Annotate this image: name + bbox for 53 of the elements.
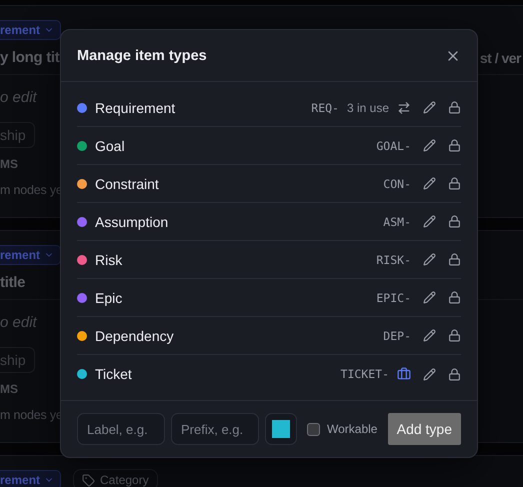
type-label: Ticket bbox=[95, 366, 133, 382]
edit-icon[interactable] bbox=[423, 329, 436, 342]
category-button[interactable]: Category bbox=[73, 469, 158, 487]
tag-icon bbox=[82, 474, 96, 486]
lock-icon[interactable] bbox=[448, 368, 461, 380]
type-prefix: ASM- bbox=[383, 214, 411, 228]
type-prefix: DEP- bbox=[383, 328, 411, 342]
lock-icon[interactable] bbox=[448, 291, 461, 304]
type-prefix: GOAL- bbox=[376, 138, 411, 152]
item-title: st / ver bbox=[480, 50, 521, 66]
section-heading: MS bbox=[0, 382, 19, 396]
briefcase-icon[interactable] bbox=[397, 367, 411, 381]
type-label: Epic bbox=[95, 290, 124, 306]
type-label: Risk bbox=[95, 252, 124, 268]
type-label: Constraint bbox=[95, 176, 160, 192]
edit-icon[interactable] bbox=[423, 101, 436, 114]
edit-icon[interactable] bbox=[423, 177, 436, 190]
description-field[interactable]: o edit bbox=[0, 89, 37, 106]
type-dropdown[interactable]: rement bbox=[0, 245, 62, 265]
type-prefix: REQ- bbox=[311, 100, 339, 114]
workable-checkbox[interactable] bbox=[307, 422, 320, 436]
type-prefix: TICKET- bbox=[340, 367, 389, 381]
description-field[interactable]: o edit bbox=[0, 314, 37, 331]
type-label: Requirement bbox=[95, 100, 176, 116]
type-prefix: EPIC- bbox=[376, 290, 411, 304]
type-prefix: RISK- bbox=[376, 252, 411, 266]
type-prefix: CON- bbox=[383, 176, 411, 190]
usage-count: 3 in use bbox=[346, 100, 389, 114]
color-picker[interactable] bbox=[265, 413, 297, 445]
section-heading: MS bbox=[0, 157, 19, 171]
edit-icon[interactable] bbox=[423, 215, 436, 228]
lock-icon[interactable] bbox=[448, 139, 461, 152]
lock-icon[interactable] bbox=[448, 177, 461, 190]
label-input[interactable]: Label, e.g. bbox=[77, 413, 165, 445]
edit-icon[interactable] bbox=[423, 253, 436, 266]
type-label: Goal bbox=[95, 138, 126, 154]
type-label: Assumption bbox=[95, 214, 170, 230]
lock-icon[interactable] bbox=[448, 253, 461, 266]
dialog-title: Manage item types bbox=[77, 48, 207, 64]
swap-icon[interactable] bbox=[397, 100, 411, 114]
item-title: title bbox=[0, 274, 26, 291]
type-dropdown[interactable]: rement bbox=[0, 20, 62, 40]
type-label: Dependency bbox=[95, 328, 175, 344]
lock-icon[interactable] bbox=[448, 329, 461, 342]
prefix-input[interactable]: Prefix, e.g. bbox=[171, 413, 259, 445]
edit-icon[interactable] bbox=[423, 139, 436, 152]
edit-icon[interactable] bbox=[423, 291, 436, 304]
workable-label: Workable bbox=[327, 422, 378, 436]
edit-icon[interactable] bbox=[423, 368, 436, 380]
item-title: y long tit bbox=[0, 49, 60, 66]
lock-icon[interactable] bbox=[448, 215, 461, 228]
type-dropdown[interactable]: rement bbox=[0, 470, 62, 487]
lock-icon[interactable] bbox=[448, 101, 461, 114]
